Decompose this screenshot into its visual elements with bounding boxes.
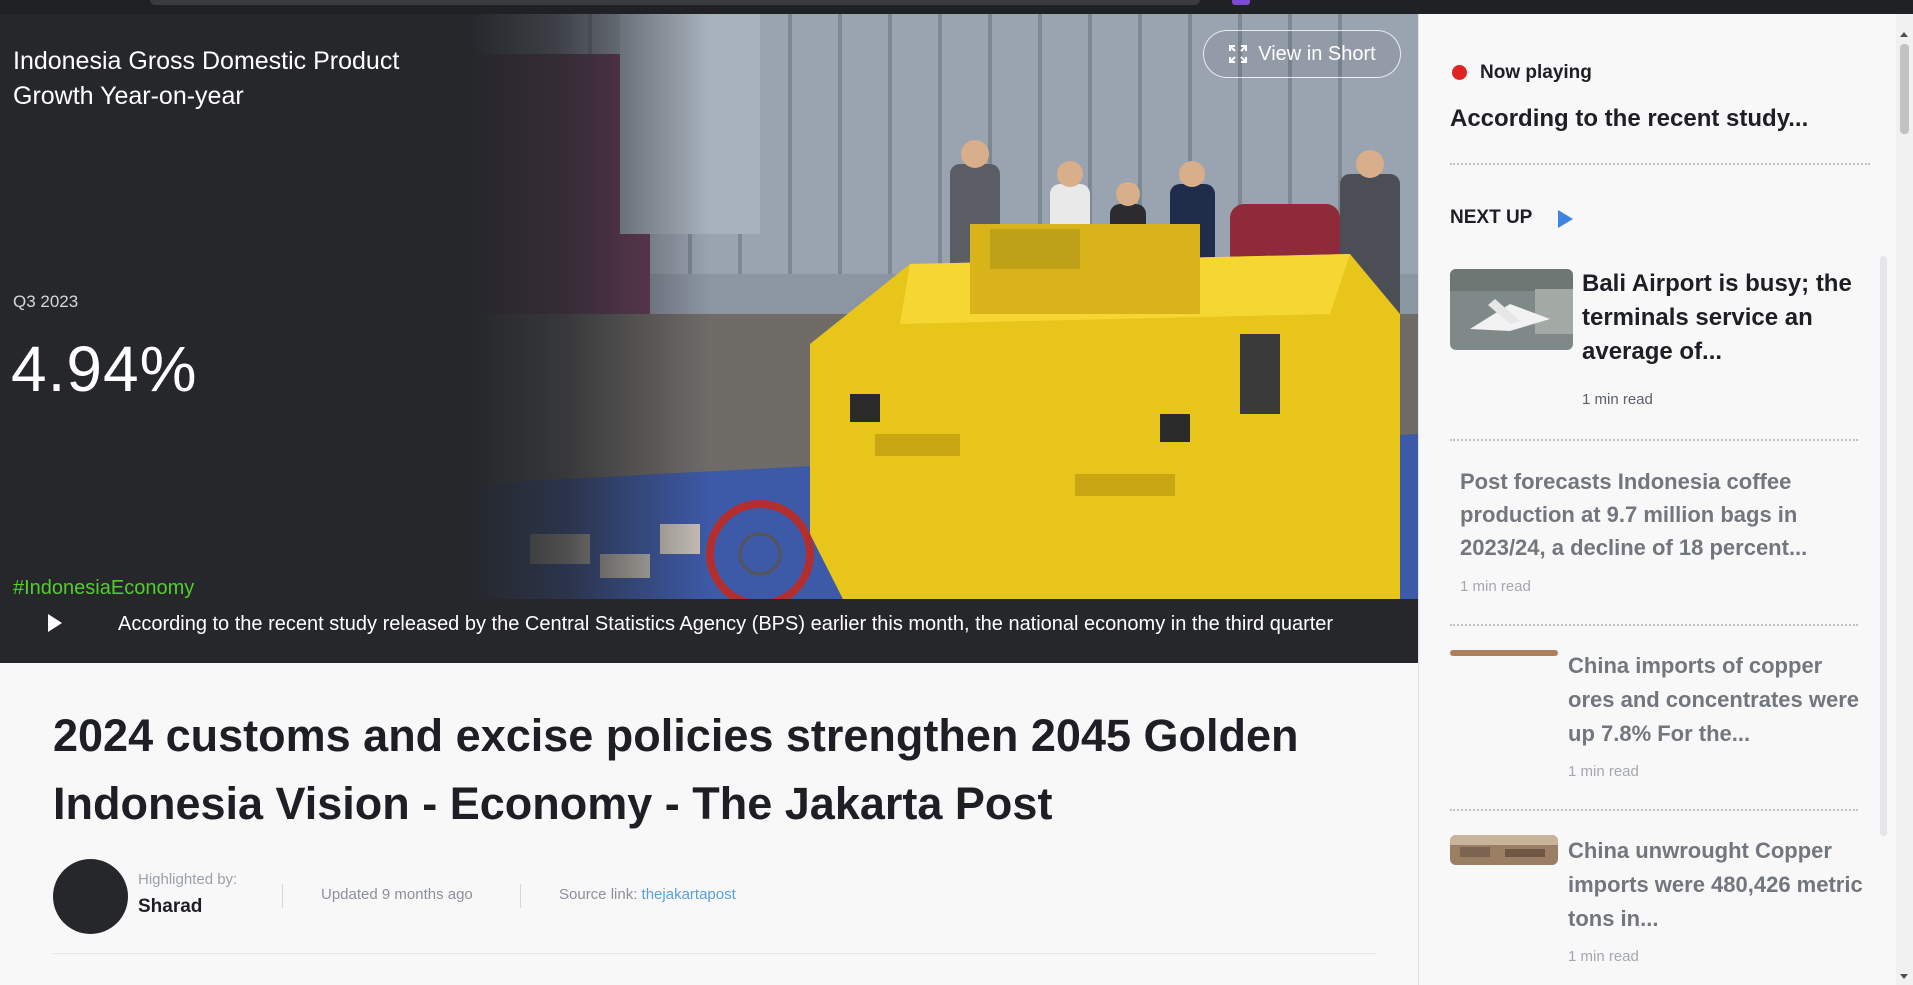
item-title: China unwrought Copper imports were 480,…: [1568, 838, 1863, 931]
view-in-short-label: View in Short: [1258, 42, 1376, 65]
hashtag-link[interactable]: #IndonesiaEconomy: [13, 577, 194, 600]
item-read-time: 1 min read: [1582, 391, 1653, 408]
playlist-panel: Now playing According to the recent stud…: [1418, 14, 1913, 985]
item-title: Post forecasts Indonesia coffee producti…: [1460, 469, 1808, 560]
live-dot-icon: [1452, 65, 1467, 80]
play-arrow-icon: [1558, 210, 1573, 228]
divider: [1450, 624, 1858, 626]
source-info: Source link: thejakartapost: [559, 886, 736, 903]
item-thumbnail: [1450, 650, 1558, 656]
address-bar-edge[interactable]: [150, 0, 1200, 5]
expand-icon: [1229, 45, 1248, 63]
video-player[interactable]: Indonesia Gross Domestic Product Growth …: [0, 14, 1418, 663]
page-scrollbar[interactable]: [1896, 14, 1913, 985]
highlighter-name[interactable]: Sharad: [138, 896, 202, 918]
item-thumbnail: [1450, 269, 1573, 350]
now-playing-label: Now playing: [1480, 62, 1592, 83]
scrollbar-thumb[interactable]: [1900, 44, 1909, 134]
caption-ticker: According to the recent study released b…: [0, 599, 1418, 649]
item-read-time: 1 min read: [1568, 948, 1639, 965]
divider: [53, 953, 1376, 954]
updated-time: Updated 9 months ago: [321, 886, 473, 903]
source-link[interactable]: thejakartapost: [642, 886, 736, 903]
chart-title: Indonesia Gross Domestic Product Growth …: [13, 47, 400, 110]
source-label: Source link:: [559, 886, 638, 903]
scroll-down-arrow-icon[interactable]: [1900, 974, 1908, 979]
list-scrollbar[interactable]: [1880, 256, 1887, 836]
view-in-short-button[interactable]: View in Short: [1203, 30, 1401, 78]
article-title: 2024 customs and excise policies strengt…: [53, 710, 1299, 829]
extension-icon[interactable]: [1232, 0, 1250, 5]
divider: [1450, 809, 1858, 811]
meta-divider: [282, 884, 283, 908]
play-icon[interactable]: [48, 614, 62, 632]
highlighted-by-label: Highlighted by:: [138, 871, 238, 888]
divider: [1450, 439, 1858, 441]
headline-value: 4.94%: [11, 333, 198, 405]
photo-fade-overlay: [470, 14, 710, 613]
browser-top-strip: [0, 0, 1913, 14]
item-read-time: 1 min read: [1460, 578, 1531, 595]
item-title: Bali Airport is busy; the terminals serv…: [1582, 270, 1852, 365]
item-read-time: 1 min read: [1568, 763, 1639, 780]
ticker-text: According to the recent study released b…: [118, 613, 1334, 635]
now-playing-title[interactable]: According to the recent study...: [1450, 105, 1870, 133]
meta-divider: [520, 884, 521, 908]
scroll-up-arrow-icon[interactable]: [1900, 32, 1908, 37]
next-up-label: NEXT UP: [1450, 207, 1533, 228]
item-title: China imports of copper ores and concent…: [1568, 653, 1860, 746]
divider: [1450, 163, 1870, 165]
period-label: Q3 2023: [13, 292, 79, 311]
avatar[interactable]: [53, 859, 128, 934]
item-thumbnail: [1450, 835, 1558, 865]
